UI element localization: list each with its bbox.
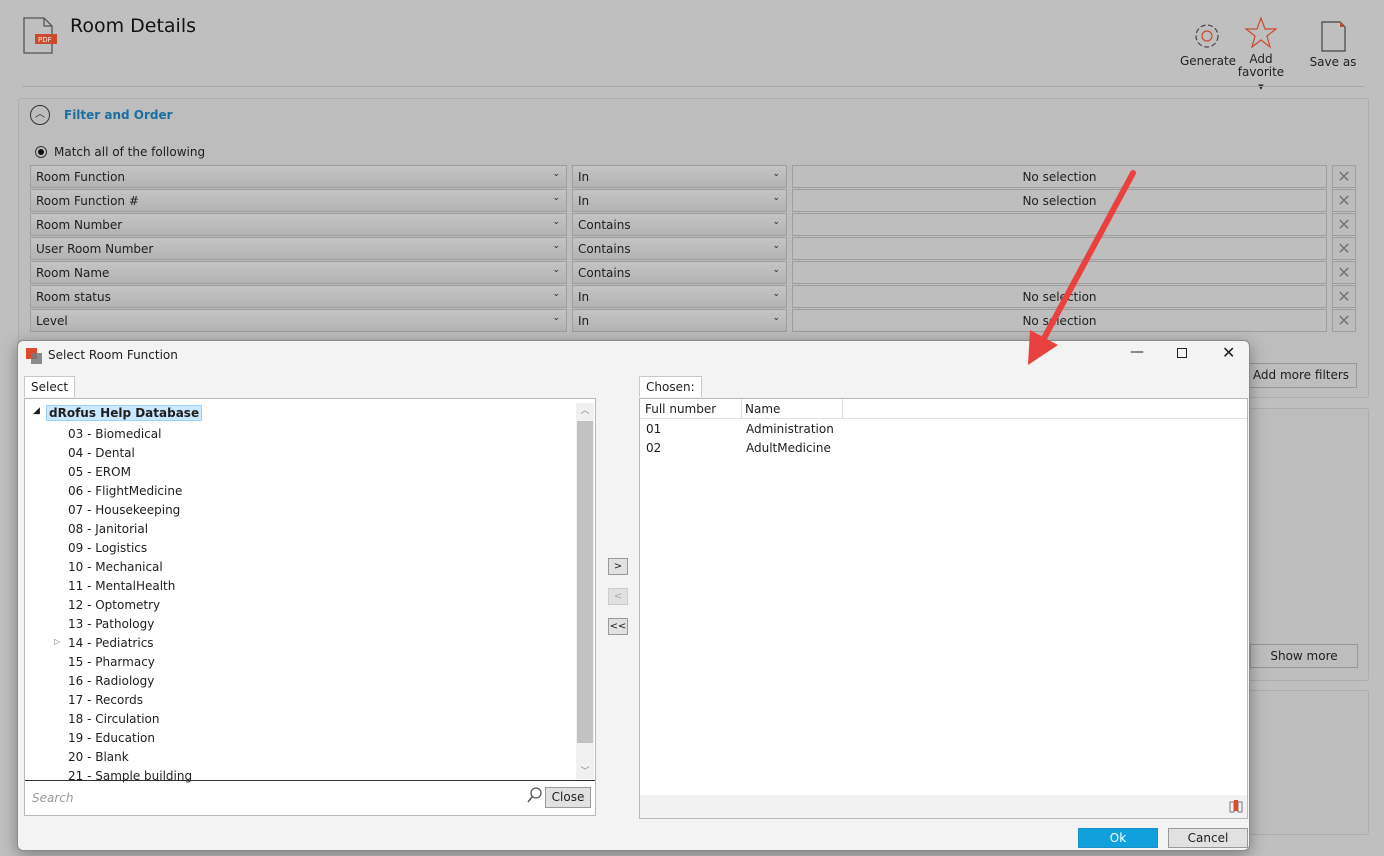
- annotation-arrow: [1028, 170, 1136, 365]
